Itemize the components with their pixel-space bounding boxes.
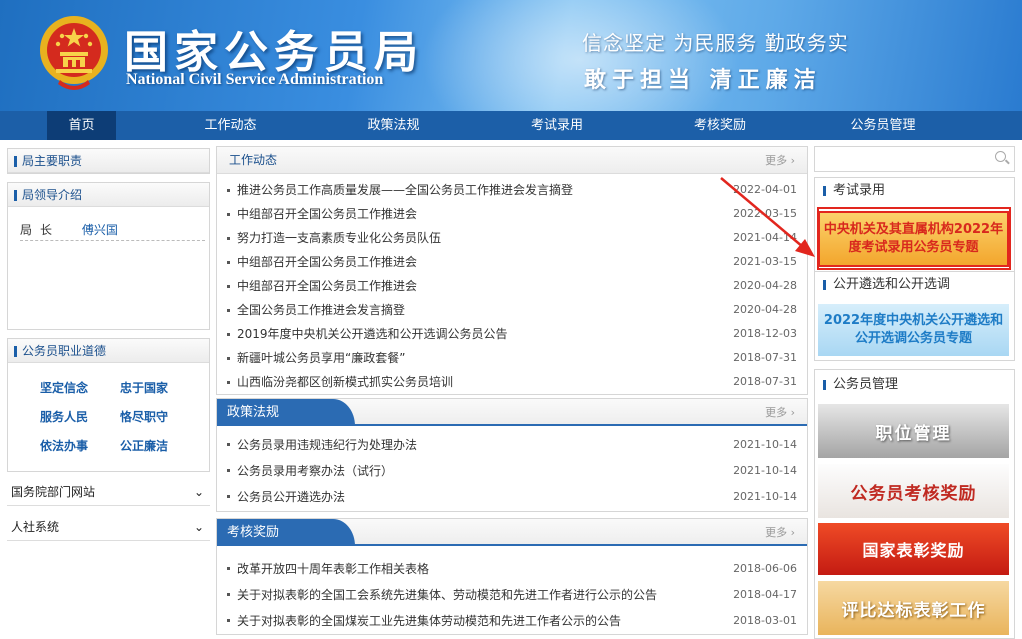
selection-special-banner[interactable]: 2022年度中央机关公开遴选和公开选调公务员专题 [818,304,1009,356]
exam-special-banner[interactable]: 中央机关及其直属机构2022年度考试录用公务员专题 [818,211,1009,267]
list-item[interactable]: 关于对拟表彰的全国煤炭工业先进集体劳动模范和先进工作者公示的公告 2018-03-… [227,608,797,634]
nav-work-news[interactable]: 工作动态 [116,111,345,140]
ethics-item: 忠于国家 [120,381,169,395]
nav-awards[interactable]: 考核奖励 [672,111,768,140]
list-item[interactable]: 推进公务员工作高质量发展——全国公务员工作推进会发言摘登 2022-04-01 [227,178,797,202]
list-item[interactable]: 中组部召开全国公务员工作推进会 2020-04-28 [227,274,797,298]
nav-exam[interactable]: 考试录用 [442,111,672,140]
site-title-en: National Civil Service Administration [126,71,384,88]
list-item[interactable]: 全国公务员工作推进会发言摘登 2020-04-28 [227,298,797,322]
chevron-down-icon: ⌄ [193,520,204,534]
policy-list: 公务员录用违规违纪行为处理办法 2021-10-14 公务员录用考察办法（试行） 2… [217,426,807,510]
list-item[interactable]: 新疆叶城公务员享用“廉政套餐” 2018-07-31 [227,346,797,370]
ethics-title: 公务员职业道德 [8,339,209,363]
awards-panel: 考核奖励 更多 › 改革开放四十周年表彰工作相关表格 2018-06-06 关于对… [216,518,808,635]
ethics-box: 公务员职业道德 坚定信念 忠于国家 服务人民 恪尽职守 依法办事 公正廉洁 [7,338,210,472]
list-item[interactable]: 公务员公开遴选办法 2021-10-14 [227,484,797,510]
duties-box: 局主要职责 [7,148,210,174]
list-item[interactable]: 努力打造一支高素质专业化公务员队伍 2021-04-14 [227,226,797,250]
duties-link[interactable]: 局主要职责 [8,149,209,173]
list-item[interactable]: 中组部召开全国公务员工作推进会 2022-03-15 [227,202,797,226]
awards-more-link[interactable]: 更多 › [765,519,795,546]
slogan-line-1: 信念坚定 为民服务 勤政务实 [582,31,849,55]
awards-title[interactable]: 考核奖励 [217,519,355,546]
awards-header: 考核奖励 更多 › [217,519,807,546]
chevron-down-icon: ⌄ [193,485,204,499]
list-item[interactable]: 2019年度中央机关公开遴选和公开选调公务员公告 2018-12-03 [227,322,797,346]
ethics-item: 恪尽职守 [120,410,169,424]
list-item[interactable]: 公务员录用违规违纪行为处理办法 2021-10-14 [227,432,797,458]
leader-row: 局长 傅兴国 [20,219,205,241]
list-item[interactable]: 山西临汾尧都区创新模式抓实公务员培训 2018-07-31 [227,370,797,394]
leaders-intro-title[interactable]: 局领导介绍 [8,183,209,207]
national-emblem-icon [40,16,108,90]
site-header: 国家公务员局 National Civil Service Administra… [0,0,1022,111]
work-news-title[interactable]: 工作动态 [229,153,277,167]
ethics-item: 公正廉洁 [120,439,169,453]
list-item[interactable]: 改革开放四十周年表彰工作相关表格 2018-06-06 [227,556,797,582]
nav-civil-servant-mgmt[interactable]: 公务员管理 [768,111,998,140]
nav-policy[interactable]: 政策法规 [345,111,442,140]
search-icon[interactable] [995,151,1006,162]
leader-name-link[interactable]: 傅兴国 [82,223,118,237]
hr-system-label: 人社系统 [11,520,60,534]
slogan-line-2: 敢于担当 清正廉洁 [584,68,822,93]
list-item[interactable]: 公务员录用考察办法（试行） 2021-10-14 [227,458,797,484]
search-box[interactable] [814,146,1015,172]
list-item[interactable]: 关于对拟表彰的全国工会系统先进集体、劳动模范和先进工作者进行公示的公告 2018-… [227,582,797,608]
policy-header: 政策法规 更多 › [217,399,807,426]
honor-evaluation-banner[interactable]: 评比达标表彰工作 [818,581,1009,635]
national-award-banner[interactable]: 国家表彰奖励 [818,523,1009,575]
mgmt-title: 公务员管理 [815,372,1014,398]
leaders-box: 局领导介绍 局长 傅兴国 [7,182,210,330]
selection-title: 公开遴选和公开选调 [815,272,1014,298]
position-mgmt-banner[interactable]: 职位管理 [818,404,1009,458]
ethics-grid: 坚定信念 忠于国家 服务人民 恪尽职守 依法办事 公正廉洁 [8,363,209,454]
main-nav: 首页 工作动态 政策法规 考试录用 考核奖励 公务员管理 [0,111,1022,140]
policy-title[interactable]: 政策法规 [217,399,355,426]
exam-title: 考试录用 [815,178,1014,204]
policy-more-link[interactable]: 更多 › [765,399,795,426]
leader-role: 局长 [20,223,61,237]
list-item[interactable]: 中组部召开全国公务员工作推进会 2021-03-15 [227,250,797,274]
dept-sites-label: 国务院部门网站 [11,485,96,499]
dept-sites-dropdown[interactable]: 国务院部门网站 ⌄ [7,478,210,506]
work-news-more-link[interactable]: 更多 › [765,147,795,174]
nav-home[interactable]: 首页 [47,111,116,140]
awards-list: 改革开放四十周年表彰工作相关表格 2018-06-06 关于对拟表彰的全国工会系统… [217,546,807,634]
evaluation-award-banner[interactable]: 公务员考核奖励 [818,464,1009,518]
ethics-item: 依法办事 [40,439,89,453]
work-news-panel: 工作动态 更多 › 推进公务员工作高质量发展——全国公务员工作推进会发言摘登 20… [216,146,808,395]
ethics-item: 坚定信念 [40,381,89,395]
hr-system-dropdown[interactable]: 人社系统 ⌄ [7,513,210,541]
work-news-header: 工作动态 更多 › [217,147,807,174]
policy-panel: 政策法规 更多 › 公务员录用违规违纪行为处理办法 2021-10-14 公务员录… [216,398,808,512]
work-news-list: 推进公务员工作高质量发展——全国公务员工作推进会发言摘登 2022-04-01 中… [217,174,807,394]
ethics-item: 服务人民 [40,410,89,424]
